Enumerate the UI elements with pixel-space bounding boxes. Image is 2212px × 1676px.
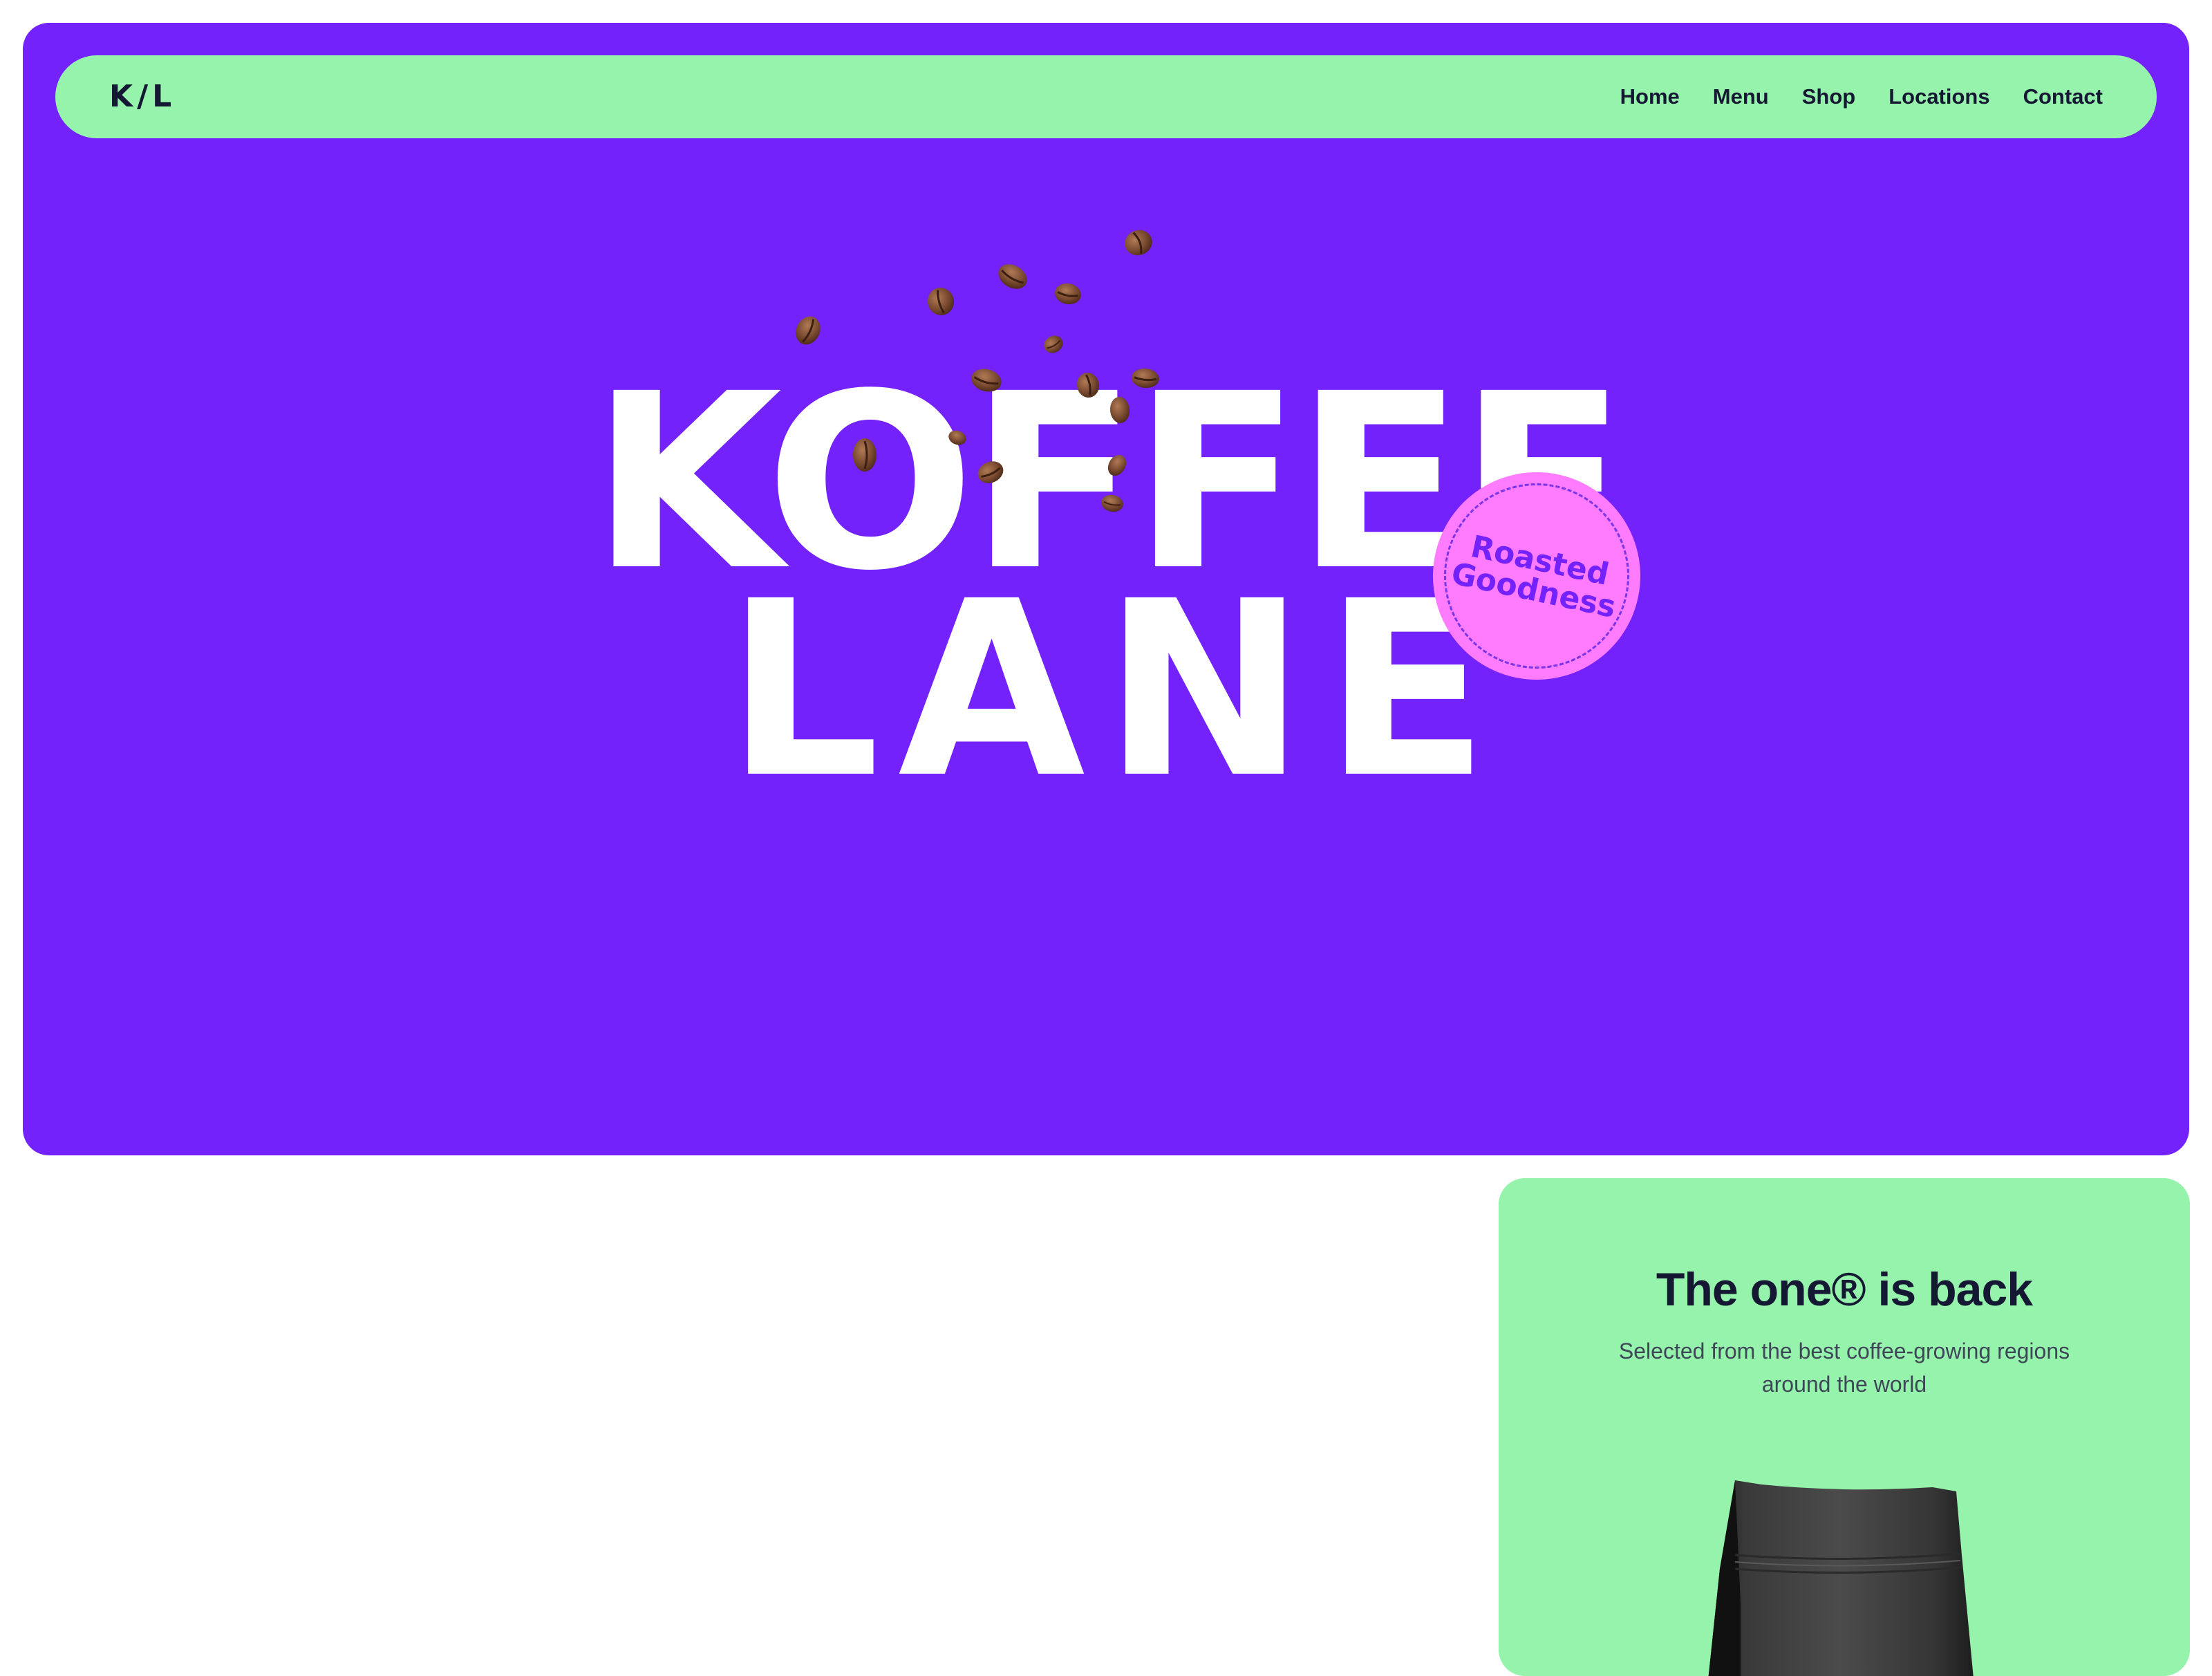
site-logo[interactable]: K/L xyxy=(109,55,176,138)
navbar: K/L Home Menu Shop Locations Contact xyxy=(55,55,2157,138)
nav-link-locations[interactable]: Locations xyxy=(1888,84,1989,109)
product-subtitle: Selected from the best coffee-growing re… xyxy=(1618,1339,2070,1397)
product-card[interactable]: The one® is back Selected from the best … xyxy=(1499,1178,2190,1676)
nav-links: Home Menu Shop Locations Contact xyxy=(1620,55,2103,138)
roasted-goodness-badge: Roasted Goodness xyxy=(1414,453,1660,699)
coffee-bag-icon xyxy=(1708,1480,1974,1676)
hero-section: K/L Home Menu Shop Locations Contact KOF… xyxy=(23,23,2189,1155)
badge-text: Roasted Goodness xyxy=(1414,453,1660,699)
hero-title-line-2: LANE xyxy=(726,549,1507,831)
nav-link-contact[interactable]: Contact xyxy=(2023,84,2103,109)
nav-link-home[interactable]: Home xyxy=(1620,84,1680,109)
nav-link-shop[interactable]: Shop xyxy=(1802,84,1856,109)
nav-link-menu[interactable]: Menu xyxy=(1713,84,1769,109)
product-title: The one® is back xyxy=(1656,1263,2033,1316)
